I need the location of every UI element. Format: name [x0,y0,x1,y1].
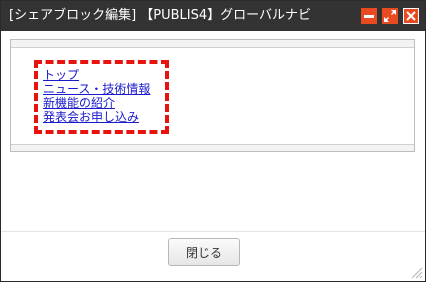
window-title: [シェアブロック編集] 【PUBLIS4】グローバルナビ [9,8,312,23]
nav-link-new-features[interactable]: 新機能の紹介 [43,96,115,110]
title-bar[interactable]: [シェアブロック編集] 【PUBLIS4】グローバルナビ [1,1,425,31]
nav-link-event-signup[interactable]: 発表会お申し込み [43,110,139,124]
resize-grip-icon[interactable] [409,265,423,279]
close-icon [406,11,416,21]
footer-divider [1,231,425,232]
minimize-icon [364,15,374,18]
preview-bottom-band [11,144,414,151]
nav-item: 新機能の紹介 [43,96,150,110]
nav-item: トップ [43,68,150,82]
close-button[interactable]: 閉じる [168,238,240,266]
global-nav-list: トップ ニュース・技術情報 新機能の紹介 発表会お申し込み [43,68,150,124]
nav-item: 発表会お申し込み [43,110,150,124]
nav-item: ニュース・技術情報 [43,82,150,96]
close-window-button[interactable] [403,8,419,24]
nav-link-news[interactable]: ニュース・技術情報 [43,82,150,96]
share-block-dialog: [シェアブロック編集] 【PUBLIS4】グローバルナビ トップ ニュース・技術… [0,0,426,282]
minimize-button[interactable] [361,8,377,24]
preview-top-band [11,40,414,48]
nav-link-top[interactable]: トップ [43,68,79,82]
maximize-button[interactable] [382,8,398,24]
maximize-icon [384,10,396,22]
